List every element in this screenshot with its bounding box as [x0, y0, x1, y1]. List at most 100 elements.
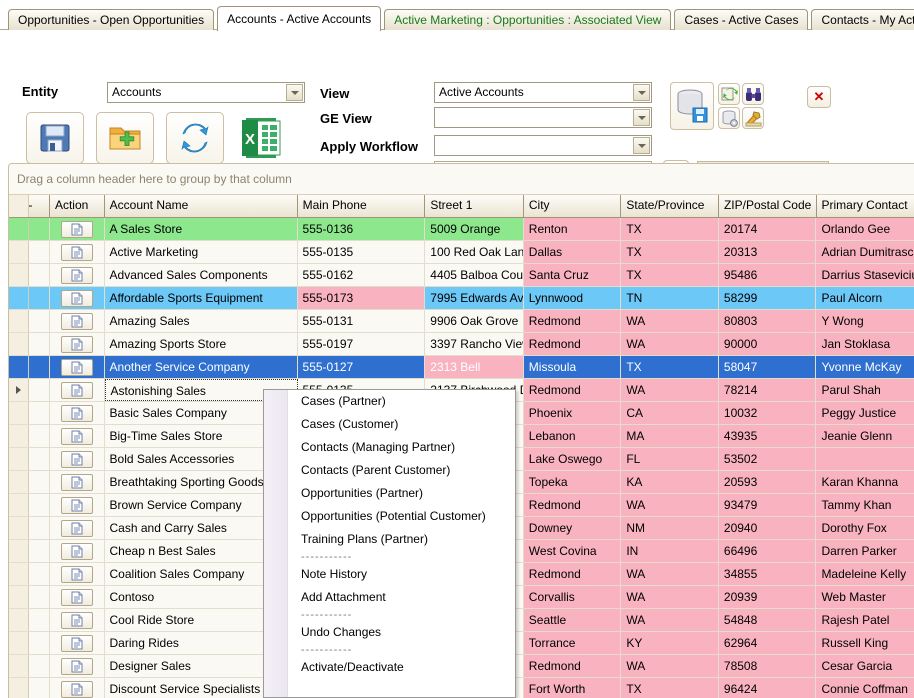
- row-action-cell[interactable]: [50, 310, 105, 332]
- cell-city[interactable]: Topeka: [524, 471, 622, 493]
- row-indicator[interactable]: [9, 448, 29, 470]
- menu-item[interactable]: Cases (Partner): [264, 390, 515, 413]
- cell-state[interactable]: WA: [621, 586, 719, 608]
- cell-state[interactable]: CA: [621, 402, 719, 424]
- row-indicator[interactable]: [9, 563, 29, 585]
- row-select-cell[interactable]: [29, 333, 50, 355]
- row-indicator[interactable]: [9, 379, 29, 401]
- cell-contact[interactable]: Russell King: [816, 632, 914, 654]
- cell-city[interactable]: West Covina: [524, 540, 622, 562]
- row-select-cell[interactable]: [29, 356, 50, 378]
- open-record-button[interactable]: [61, 589, 93, 606]
- cell-zip[interactable]: 34855: [719, 563, 817, 585]
- menu-item[interactable]: Note History: [264, 563, 515, 586]
- open-record-button[interactable]: [61, 359, 93, 376]
- cell-state[interactable]: KA: [621, 471, 719, 493]
- chevron-down-icon[interactable]: [633, 84, 650, 101]
- row-action-cell[interactable]: [50, 356, 105, 378]
- row-indicator[interactable]: [9, 471, 29, 493]
- tab-1[interactable]: Accounts - Active Accounts: [217, 6, 381, 31]
- chevron-down-icon[interactable]: [633, 137, 650, 154]
- row-action-cell[interactable]: [50, 218, 105, 240]
- group-by-drop-area[interactable]: Drag a column header here to group by th…: [9, 164, 914, 195]
- cell-name[interactable]: Advanced Sales Components: [105, 264, 298, 286]
- row-indicator[interactable]: [9, 609, 29, 631]
- open-record-button[interactable]: [61, 267, 93, 284]
- column-header-0[interactable]: [9, 195, 29, 217]
- cell-phone[interactable]: 555-0135: [298, 241, 426, 263]
- cell-street[interactable]: 5009 Orange: [425, 218, 524, 240]
- cell-zip[interactable]: 93479: [719, 494, 817, 516]
- menu-item[interactable]: Cases (Customer): [264, 413, 515, 436]
- cell-contact[interactable]: Connie Coffman: [816, 678, 914, 698]
- row-indicator[interactable]: [9, 310, 29, 332]
- entity-select[interactable]: Accounts: [107, 82, 305, 103]
- row-indicator[interactable]: [9, 402, 29, 424]
- row-select-cell[interactable]: [29, 609, 50, 631]
- cell-street[interactable]: 9906 Oak Grove: [425, 310, 524, 332]
- cell-zip[interactable]: 10032: [719, 402, 817, 424]
- cell-contact[interactable]: Peggy Justice: [816, 402, 914, 424]
- row-select-cell[interactable]: [29, 517, 50, 539]
- cell-state[interactable]: TX: [621, 356, 719, 378]
- menu-item[interactable]: Opportunities (Potential Customer): [264, 505, 515, 528]
- table-row[interactable]: Affordable Sports Equipment555-01737995 …: [9, 287, 914, 310]
- database-settings-button[interactable]: [718, 107, 740, 129]
- open-record-button[interactable]: [61, 244, 93, 261]
- cell-city[interactable]: Dallas: [524, 241, 622, 263]
- cell-city[interactable]: Lynnwood: [524, 287, 622, 309]
- cell-phone[interactable]: 555-0136: [298, 218, 426, 240]
- cell-city[interactable]: Downey: [524, 517, 622, 539]
- column-header-1[interactable]: -: [29, 195, 50, 217]
- table-row[interactable]: Advanced Sales Components555-01624405 Ba…: [9, 264, 914, 287]
- cell-phone[interactable]: 555-0162: [298, 264, 426, 286]
- open-record-button[interactable]: [61, 543, 93, 560]
- row-action-cell[interactable]: [50, 517, 105, 539]
- cell-contact[interactable]: Tammy Khan: [816, 494, 914, 516]
- row-select-cell[interactable]: [29, 310, 50, 332]
- table-row[interactable]: Amazing Sports Store555-01973397 Rancho …: [9, 333, 914, 356]
- row-select-cell[interactable]: [29, 241, 50, 263]
- sync-button[interactable]: [718, 83, 740, 105]
- cell-zip[interactable]: 66496: [719, 540, 817, 562]
- cell-city[interactable]: Redmond: [524, 310, 622, 332]
- cell-contact[interactable]: Parul Shah: [816, 379, 914, 401]
- row-select-cell[interactable]: [29, 425, 50, 447]
- cell-name[interactable]: Amazing Sports Store: [105, 333, 298, 355]
- cell-contact[interactable]: Jan Stoklasa: [816, 333, 914, 355]
- open-record-button[interactable]: [61, 612, 93, 629]
- column-header-4[interactable]: Main Phone: [298, 195, 426, 217]
- row-indicator[interactable]: [9, 287, 29, 309]
- open-record-button[interactable]: [61, 290, 93, 307]
- cell-contact[interactable]: Madeleine Kelly: [816, 563, 914, 585]
- row-select-cell[interactable]: [29, 264, 50, 286]
- cell-state[interactable]: WA: [621, 609, 719, 631]
- row-select-cell[interactable]: [29, 402, 50, 424]
- cell-contact[interactable]: Rajesh Patel: [816, 609, 914, 631]
- cell-zip[interactable]: 58299: [719, 287, 817, 309]
- cell-zip[interactable]: 20940: [719, 517, 817, 539]
- menu-item[interactable]: Add Attachment: [264, 586, 515, 609]
- open-record-button[interactable]: [61, 451, 93, 468]
- cell-city[interactable]: Santa Cruz: [524, 264, 622, 286]
- cell-name[interactable]: A Sales Store: [105, 218, 298, 240]
- cell-state[interactable]: WA: [621, 563, 719, 585]
- cell-state[interactable]: TX: [621, 264, 719, 286]
- cell-city[interactable]: Lake Oswego: [524, 448, 622, 470]
- cell-city[interactable]: Lebanon: [524, 425, 622, 447]
- cell-zip[interactable]: 78214: [719, 379, 817, 401]
- cell-state[interactable]: KY: [621, 632, 719, 654]
- row-indicator[interactable]: [9, 517, 29, 539]
- cell-contact[interactable]: Y Wong: [816, 310, 914, 332]
- tab-2[interactable]: Active Marketing : Opportunities : Assoc…: [384, 9, 671, 31]
- row-action-cell[interactable]: [50, 540, 105, 562]
- cell-name[interactable]: Another Service Company: [105, 356, 298, 378]
- menu-item[interactable]: Contacts (Managing Partner): [264, 436, 515, 459]
- tools-button[interactable]: [742, 107, 764, 129]
- cell-zip[interactable]: 53502: [719, 448, 817, 470]
- cell-state[interactable]: WA: [621, 333, 719, 355]
- cell-zip[interactable]: 95486: [719, 264, 817, 286]
- row-select-cell[interactable]: [29, 655, 50, 677]
- row-indicator[interactable]: [9, 425, 29, 447]
- database-save-button[interactable]: [670, 82, 714, 130]
